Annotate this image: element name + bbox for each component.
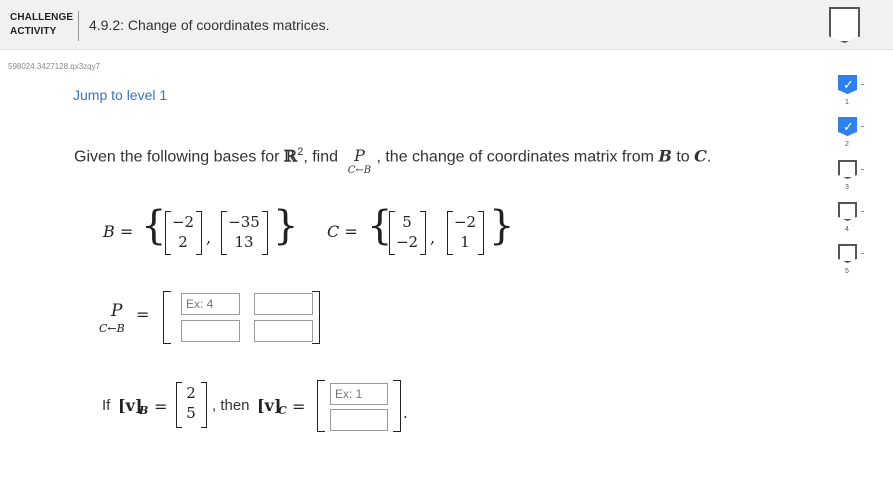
if-text: If — [102, 397, 111, 414]
p-matrix-symbol: P C←B — [342, 146, 376, 176]
basis-b-symbol: B — [658, 146, 672, 166]
matrix-entry: −35 — [228, 213, 260, 231]
prompt-text: , find — [303, 148, 343, 166]
vector-entry: 2 — [186, 384, 196, 402]
p-entry-r2c2-input[interactable] — [254, 320, 313, 342]
vc-equals: = — [292, 397, 306, 416]
vb-equals: = — [154, 397, 168, 416]
p-subscript: C←B — [347, 165, 372, 177]
matrix-entry: 1 — [460, 233, 470, 251]
prompt-text: to — [671, 148, 695, 166]
vector-entry: 5 — [186, 404, 196, 422]
activity-code: 598024.3427128.qx3zqy7 — [8, 62, 101, 71]
basis-c-close-brace: } — [489, 203, 515, 249]
answer-equals: = — [136, 305, 150, 324]
comma: , — [206, 228, 212, 247]
level-5-checkbox[interactable] — [838, 244, 857, 263]
challenge-label-line2: ACTIVITY — [10, 26, 57, 37]
bracket-right — [196, 211, 202, 255]
vc-entry-1-input[interactable] — [330, 383, 388, 405]
p-entry-r1c1-input[interactable] — [181, 293, 240, 315]
vb-subscript: B — [139, 404, 149, 417]
p-symbol: P — [354, 146, 365, 166]
basis-b-open-brace: { — [141, 203, 167, 249]
header-divider — [78, 11, 79, 41]
challenge-label-line1: CHALLENGE — [10, 12, 74, 23]
answer-bracket-left — [163, 291, 171, 344]
answer-p-symbol: P — [111, 301, 123, 321]
basis-b-vector-2: −35 13 — [226, 212, 262, 252]
level-3-number: 3 — [845, 184, 849, 191]
vc-subscript: C — [278, 404, 287, 417]
matrix-entry: 13 — [234, 233, 254, 251]
basis-c-vector-1: 5 −2 — [394, 212, 420, 252]
matrix-entry: −2 — [395, 233, 419, 251]
bracket-right — [262, 211, 268, 255]
field-symbol: ℝ — [283, 146, 298, 166]
level-2-number: 2 — [845, 141, 849, 148]
challenge-activity-label: CHALLENGE ACTIVITY — [10, 11, 74, 39]
prompt-text: Given the following bases for — [74, 148, 284, 166]
basis-b-label: B = — [103, 222, 134, 241]
level-5-number: 5 — [845, 268, 849, 275]
basis-c-vector-2: −2 1 — [452, 212, 478, 252]
level-4-number: 4 — [845, 226, 849, 233]
activity-title: 4.9.2: Change of coordinates matrices. — [89, 17, 330, 33]
level-tick — [861, 126, 864, 127]
matrix-entry: 5 — [402, 213, 412, 231]
vb-vector: 2 5 — [181, 383, 201, 423]
basis-b-vector-1: −2 2 — [170, 212, 196, 252]
then-text: , then — [212, 397, 250, 414]
vc-entry-2-input[interactable] — [330, 409, 388, 431]
level-tick — [861, 211, 864, 212]
check-icon: ✓ — [843, 119, 854, 134]
prompt-text: . — [706, 148, 712, 166]
level-1-number: 1 — [845, 99, 849, 106]
bracket-right — [393, 380, 401, 432]
activity-completion-checkbox — [829, 7, 860, 43]
basis-c-label: C = — [327, 222, 358, 241]
question-prompt: Given the following bases for ℝ2, find P… — [74, 146, 712, 176]
jump-to-level-link[interactable]: Jump to level 1 — [73, 87, 167, 103]
check-icon: ✓ — [843, 77, 854, 92]
p-entry-r1c2-input[interactable] — [254, 293, 313, 315]
bracket-right — [478, 211, 484, 255]
level-1-checkbox[interactable]: ✓ — [838, 75, 857, 94]
activity-header: CHALLENGE ACTIVITY 4.9.2: Change of coor… — [0, 0, 893, 50]
bracket-left — [317, 380, 325, 432]
answer-bracket-right — [312, 291, 320, 344]
level-2-checkbox[interactable]: ✓ — [838, 117, 857, 136]
level-3-checkbox[interactable] — [838, 160, 857, 179]
comma: , — [430, 228, 436, 247]
bracket-right — [420, 211, 426, 255]
prompt-text: , the change of coordinates matrix from — [376, 148, 659, 166]
answer-p-subscript: C←B — [99, 322, 125, 335]
bracket-right — [201, 382, 207, 428]
level-4-checkbox[interactable] — [838, 202, 857, 221]
matrix-entry: 2 — [178, 233, 188, 251]
period: . — [403, 404, 408, 422]
matrix-entry: −2 — [453, 213, 477, 231]
p-entry-r2c1-input[interactable] — [181, 320, 240, 342]
level-tick — [861, 84, 864, 85]
level-tick — [861, 253, 864, 254]
basis-b-close-brace: } — [273, 203, 299, 249]
level-tick — [861, 169, 864, 170]
matrix-entry: −2 — [171, 213, 195, 231]
basis-c-symbol: C — [694, 146, 707, 166]
